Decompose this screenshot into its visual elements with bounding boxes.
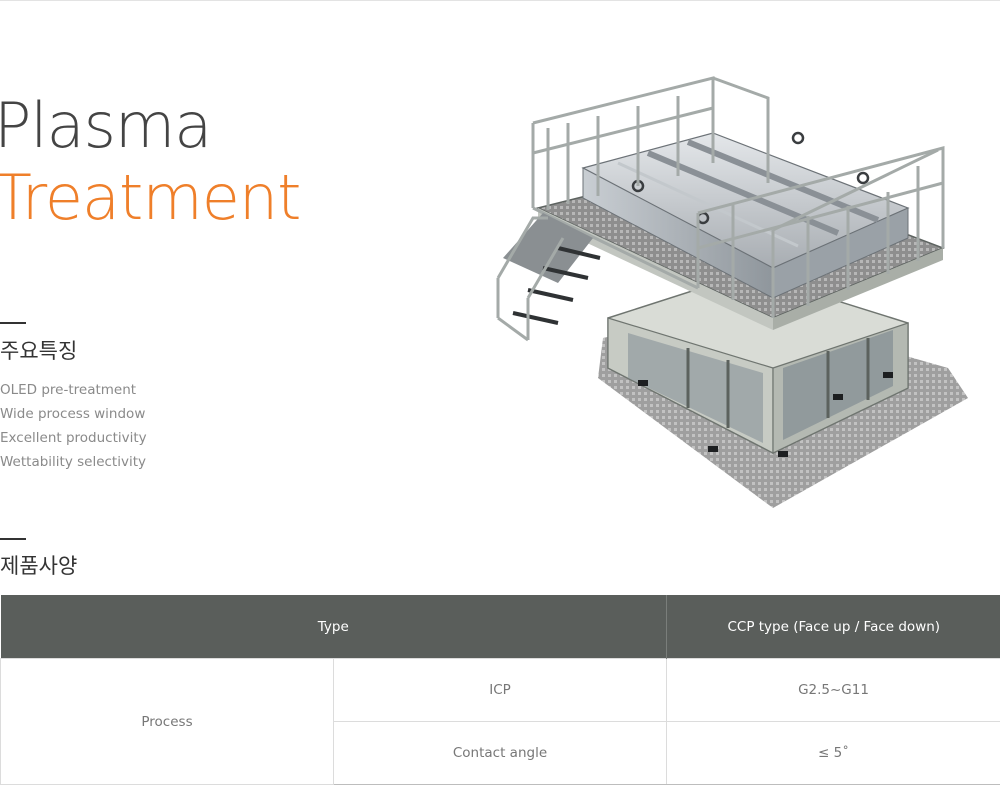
machine-illustration: [496, 76, 968, 508]
row-group-process: Process: [0, 658, 334, 785]
features-heading: 주요특징: [0, 339, 78, 363]
feature-item: Wettability selectivity: [0, 454, 147, 470]
feature-item: Wide process window: [0, 406, 146, 422]
header-type: Type: [0, 595, 668, 659]
spec-table-header: Type CCP type (Face up / Face down): [0, 595, 1000, 659]
features-list: OLED pre-treatment Wide process window E…: [0, 378, 147, 474]
feature-item: Excellent productivity: [0, 430, 147, 446]
spec-table: Type CCP type (Face up / Face down) Proc…: [0, 595, 1000, 785]
feature-item: OLED pre-treatment: [0, 382, 137, 398]
param-cell: Contact angle: [332, 721, 668, 785]
page-title-line1: Plasma: [0, 89, 212, 162]
specs-heading: 제품사양: [0, 554, 78, 578]
table-row: Process ICP G2.5~G11: [0, 658, 1000, 785]
value-cell: ≤ 5˚: [666, 721, 1000, 785]
specs-heading-bar: [0, 538, 26, 540]
top-divider: [0, 0, 1000, 1]
param-cell: ICP: [332, 658, 668, 722]
value-cell: G2.5~G11: [666, 658, 1000, 722]
header-ccp-type: CCP type (Face up / Face down): [666, 595, 1000, 659]
features-heading-bar: [0, 322, 26, 324]
page-title-line2: Treatment: [0, 161, 301, 234]
